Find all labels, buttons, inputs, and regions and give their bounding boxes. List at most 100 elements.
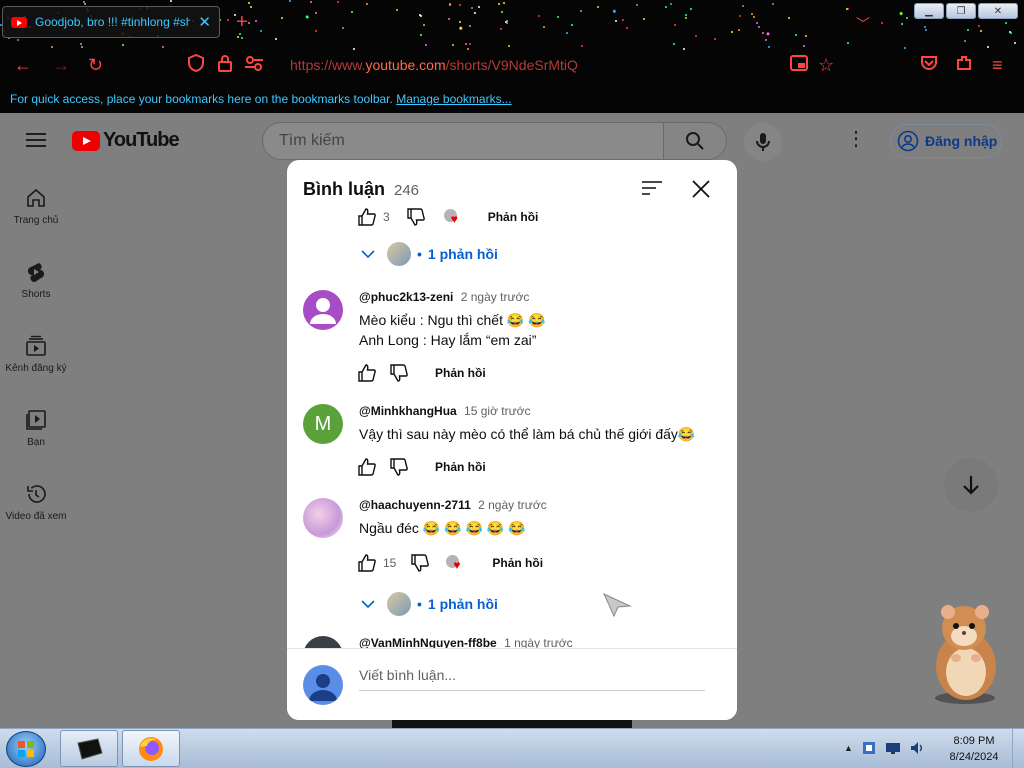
picture-in-picture-icon[interactable] — [790, 54, 808, 76]
sidebar-item-shorts[interactable]: Shorts — [0, 243, 72, 317]
comments-count: 246 — [394, 182, 420, 199]
manage-bookmarks-link[interactable]: Manage bookmarks... — [396, 92, 511, 106]
bookmark-star-icon[interactable]: ☆ — [818, 54, 834, 76]
tab-close-icon[interactable]: ✕ — [198, 13, 211, 31]
browser-tab[interactable]: Goodjob, bro !!! #tinhlong #sh ✕ — [2, 6, 220, 38]
theme-star — [906, 17, 908, 19]
avatar[interactable] — [303, 498, 343, 538]
theme-star — [474, 12, 476, 14]
tracking-shield-icon[interactable] — [188, 53, 204, 77]
reply-button[interactable]: Phản hồi — [435, 366, 486, 380]
volume-icon[interactable] — [909, 740, 925, 756]
sidebar-item-subscriptions[interactable]: Kênh đăng ký — [0, 317, 72, 391]
creator-heart-icon: ♥ — [446, 555, 466, 571]
reply-button[interactable]: Phản hồi — [492, 556, 543, 570]
url-bar[interactable]: https://www.youtube.com/shorts/V9NdeSrMt… — [290, 57, 578, 73]
theme-star — [805, 35, 807, 37]
pocket-icon[interactable] — [920, 54, 938, 76]
signin-button[interactable]: Đăng nhập — [890, 124, 1002, 158]
like-icon[interactable] — [357, 553, 377, 573]
like-icon[interactable] — [357, 207, 377, 227]
network-icon[interactable] — [885, 740, 901, 756]
guide-menu-icon[interactable] — [26, 133, 46, 147]
back-icon[interactable]: ← — [14, 54, 32, 76]
theme-star — [622, 19, 624, 21]
theme-star — [847, 42, 849, 44]
theme-star — [674, 24, 676, 26]
theme-star — [281, 17, 283, 19]
like-icon[interactable] — [357, 457, 377, 477]
like-icon[interactable] — [357, 363, 377, 383]
theme-star — [500, 28, 502, 30]
shorts-icon — [27, 263, 45, 283]
comment-author[interactable]: @MinhkhangHua — [359, 404, 457, 418]
you-icon — [26, 410, 46, 430]
theme-star — [396, 9, 398, 11]
theme-star — [250, 6, 252, 8]
tray-app-icon[interactable] — [861, 740, 877, 756]
theme-star — [423, 24, 425, 26]
theme-star — [615, 20, 617, 22]
extensions-icon[interactable] — [956, 54, 972, 76]
dislike-icon[interactable] — [406, 207, 426, 227]
voice-search-button[interactable] — [744, 123, 782, 161]
taskbar-clock[interactable]: 8:09 PM 8/24/2024 — [942, 733, 1006, 765]
new-tab-icon[interactable]: + — [236, 12, 248, 32]
sidebar-item-home[interactable]: Trang chủ — [0, 169, 72, 243]
start-button[interactable] — [6, 731, 46, 767]
lock-icon[interactable] — [218, 54, 232, 77]
comment-time[interactable]: 1 ngày trước — [504, 636, 573, 648]
youtube-logo[interactable]: YouTube — [72, 129, 180, 152]
search-input[interactable]: Tìm kiếm — [262, 122, 664, 160]
sidebar-item-you[interactable]: Bạn — [0, 391, 72, 465]
dislike-icon[interactable] — [389, 457, 409, 477]
dislike-icon[interactable] — [410, 553, 430, 573]
comment-author[interactable]: @haachuyenn-2711 — [359, 498, 471, 512]
dislike-icon[interactable] — [389, 363, 409, 383]
comment-text-line: Mèo kiểu : Ngu thì chết 😂 😂 — [359, 312, 546, 328]
avatar[interactable] — [303, 636, 343, 648]
bookmarks-hint: For quick access, place your bookmarks h… — [10, 92, 393, 106]
avatar[interactable]: M — [303, 404, 343, 444]
comment-meta: @MinhkhangHua 15 giờ trước — [359, 404, 531, 418]
comment-input[interactable]: Viết bình luận... — [359, 667, 705, 691]
next-short-button[interactable] — [944, 458, 998, 512]
show-desktop-button[interactable] — [1012, 729, 1024, 768]
restore-button[interactable]: ❐ — [946, 3, 976, 19]
terminal-icon — [77, 737, 103, 760]
settings-dots-icon[interactable]: ⋮ — [846, 129, 866, 149]
close-icon[interactable] — [691, 179, 711, 199]
reload-icon[interactable]: ↻ — [88, 54, 103, 76]
cursor-icon — [602, 592, 632, 618]
menu-hamburger-icon[interactable]: ≡ — [992, 54, 1003, 76]
taskbar-app-terminal[interactable] — [60, 730, 118, 767]
sort-icon[interactable] — [641, 180, 663, 196]
theme-star — [351, 11, 353, 13]
show-hidden-icons-icon[interactable]: ▲ — [844, 743, 853, 753]
view-replies-button[interactable]: • 1 phản hồi — [361, 592, 498, 616]
reply-button[interactable]: Phản hồi — [435, 460, 486, 474]
reply-button[interactable]: Phản hồi — [488, 210, 539, 224]
minimize-button[interactable]: ▁ — [914, 3, 944, 19]
theme-star — [425, 44, 427, 46]
avatar[interactable] — [303, 290, 343, 330]
forward-icon[interactable]: → — [52, 54, 70, 76]
windows-taskbar: ▲ 8:09 PM 8/24/2024 — [0, 728, 1024, 768]
search-button[interactable] — [663, 122, 727, 160]
permissions-icon[interactable] — [244, 54, 264, 77]
theme-star — [17, 39, 19, 41]
comment-time[interactable]: 2 ngày trước — [478, 498, 547, 512]
theme-star — [803, 45, 805, 47]
view-replies-button[interactable]: • 1 phản hồi — [361, 242, 498, 266]
theme-star — [310, 1, 312, 3]
theme-star — [471, 7, 473, 9]
comment-author[interactable]: @VanMinhNguyen-ff8be — [359, 636, 497, 648]
close-window-button[interactable]: ✕ — [978, 3, 1018, 19]
comment-time[interactable]: 15 giờ trước — [464, 404, 530, 418]
theme-star — [751, 13, 753, 15]
taskbar-app-firefox[interactable] — [122, 730, 180, 767]
sidebar-item-history[interactable]: Video đã xem — [0, 465, 72, 539]
comment-author[interactable]: @phuc2k13-zeni — [359, 290, 453, 304]
comment-time[interactable]: 2 ngày trước — [461, 290, 530, 304]
list-tabs-chevron-icon[interactable]: ﹀ — [856, 14, 870, 34]
